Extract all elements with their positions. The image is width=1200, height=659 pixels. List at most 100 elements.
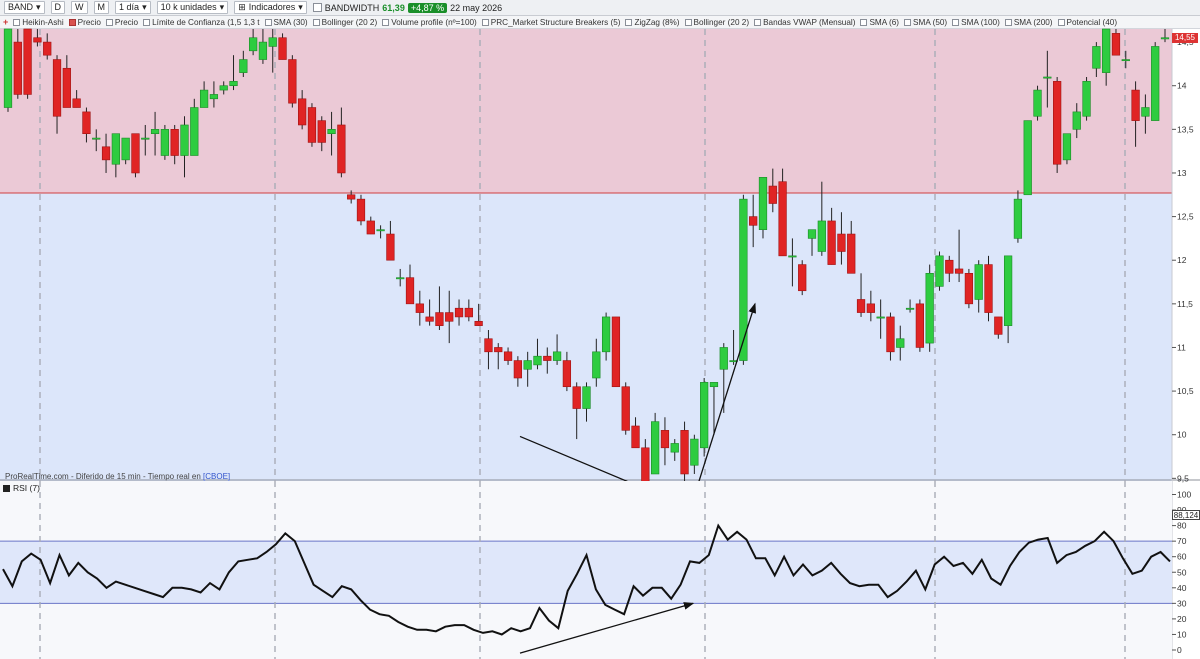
legend-item[interactable]: Potencial (40) — [1057, 18, 1117, 27]
candle-body — [788, 255, 797, 258]
rsi-tick-label: 50 — [1177, 567, 1187, 577]
candle-body — [62, 67, 71, 108]
candle-body — [3, 28, 13, 108]
legend-item[interactable]: SMA (100) — [952, 18, 1000, 27]
candle-body — [494, 347, 503, 353]
checkbox-icon — [754, 18, 762, 26]
checkbox-icon — [312, 18, 320, 26]
candle-body — [1053, 81, 1062, 165]
legend-label: Bollinger (20 2) — [321, 17, 378, 27]
chevron-down-icon: ▾ — [298, 2, 303, 12]
candle-body — [925, 272, 934, 344]
candle-body — [837, 233, 846, 252]
candle-body — [239, 59, 248, 73]
rsi-legend[interactable]: RSI (7) — [3, 483, 40, 493]
legend-item[interactable]: SMA (200) — [1004, 18, 1053, 27]
candle-body — [1131, 89, 1140, 121]
indicator-name: BANDWIDTH — [324, 2, 380, 13]
legend-item[interactable]: Límite de Confianza (1,5 1,3 t — [143, 18, 260, 27]
legend-item[interactable]: SMA (50) — [904, 18, 947, 27]
candle-body — [92, 137, 101, 140]
price-tick-label: 12,5 — [1177, 212, 1194, 222]
rsi-tick-label: 10 — [1177, 629, 1187, 639]
candle-body — [768, 185, 777, 204]
checkbox-icon — [904, 18, 912, 26]
legend-item[interactable]: Bollinger (20 2) — [684, 18, 749, 27]
rsi-tick-label: 0 — [1177, 645, 1182, 655]
price-tick-label: 11,5 — [1177, 299, 1193, 309]
candle-body — [592, 351, 601, 379]
candle-body — [856, 299, 866, 313]
candle-body — [1003, 255, 1013, 326]
legend-item[interactable]: Volume profile (nº=100) — [382, 18, 477, 27]
candle-body — [1151, 46, 1160, 121]
trend-arrows — [519, 302, 756, 501]
candle-body — [170, 129, 179, 156]
candle-body — [503, 351, 513, 361]
period-w-button[interactable]: W — [71, 1, 88, 14]
legend-item[interactable]: Bandas VWAP (Mensual) — [754, 18, 855, 27]
candle-body — [219, 85, 228, 91]
candle-body — [199, 89, 209, 108]
legend-item[interactable]: Precio — [105, 17, 139, 27]
legend-item[interactable]: Precio — [68, 18, 101, 27]
candle-body — [150, 129, 160, 134]
candle-body — [405, 277, 415, 305]
candle-body — [680, 430, 689, 475]
checkbox-icon — [143, 18, 151, 26]
candle-body — [464, 307, 473, 318]
indicator-value: 61,39 — [382, 2, 405, 13]
checkbox-icon — [481, 18, 489, 26]
indicators-button[interactable]: ⊞ Indicadores ▾ — [234, 1, 307, 14]
candle-body — [739, 198, 748, 361]
interval-label: 1 día — [119, 2, 140, 12]
legend-label: Volume profile (nº=100) — [391, 17, 477, 27]
legend-item[interactable]: SMA (6) — [860, 18, 899, 27]
ticker-select[interactable]: BAND ▾ — [4, 1, 45, 14]
chart-canvas[interactable]: 14,51413,51312,51211,51110,5109,5 100908… — [0, 0, 1200, 659]
candle-body — [798, 264, 807, 292]
checkbox-icon — [68, 18, 76, 26]
candle-body — [964, 272, 974, 305]
candle-body — [356, 198, 366, 222]
candle-body — [954, 268, 964, 274]
candle-body — [23, 28, 32, 95]
candle-body — [582, 386, 591, 409]
units-label: 10 k unidades — [160, 2, 217, 12]
legend-item[interactable]: PRC_Market Structure Breakers (5) — [481, 17, 621, 27]
checkbox-icon — [1004, 18, 1012, 26]
legend-label: Precio — [114, 17, 139, 27]
candle-body — [935, 255, 944, 287]
units-select[interactable]: 10 k unidades ▾ — [156, 1, 229, 14]
interval-select[interactable]: 1 día ▾ — [115, 1, 151, 14]
candle-body — [994, 316, 1003, 335]
candle-body — [543, 355, 552, 361]
add-indicator-icon[interactable]: + — [3, 17, 8, 27]
rsi-tick-label: 100 — [1177, 490, 1191, 500]
candle-body — [249, 37, 258, 52]
legend-item[interactable]: Heikin-Ashi — [13, 18, 64, 27]
candle-body — [474, 320, 483, 326]
legend-item[interactable]: Bollinger (20 2) — [312, 17, 378, 27]
rsi-label: RSI (7) — [13, 483, 40, 493]
price-tick-label: 11 — [1177, 342, 1186, 352]
period-d-button[interactable]: D — [50, 1, 66, 14]
candle-body — [523, 360, 532, 370]
legend-label: PRC_Market Structure Breakers (5) — [490, 17, 621, 27]
rsi-current-badge: 88,124 — [1172, 510, 1200, 520]
candle-body — [454, 307, 464, 318]
candle-body — [425, 316, 434, 322]
legend-item[interactable]: ZigZag (8%) — [625, 18, 680, 27]
legend-item[interactable]: SMA (30) — [264, 18, 308, 27]
candle-body — [984, 264, 993, 313]
toolbar: BAND ▾ D W M 1 día ▾ 10 k unidades ▾ ⊞ Indic… — [0, 0, 1200, 16]
rsi-upper-area — [0, 481, 1172, 542]
candle-body — [1013, 198, 1023, 239]
checkbox-icon — [625, 18, 633, 26]
candle-body — [288, 59, 297, 104]
candle-body — [396, 277, 405, 280]
candle-body — [749, 216, 758, 226]
period-m-button[interactable]: M — [93, 1, 110, 14]
candle-body — [896, 338, 905, 348]
candle-body — [670, 443, 679, 453]
